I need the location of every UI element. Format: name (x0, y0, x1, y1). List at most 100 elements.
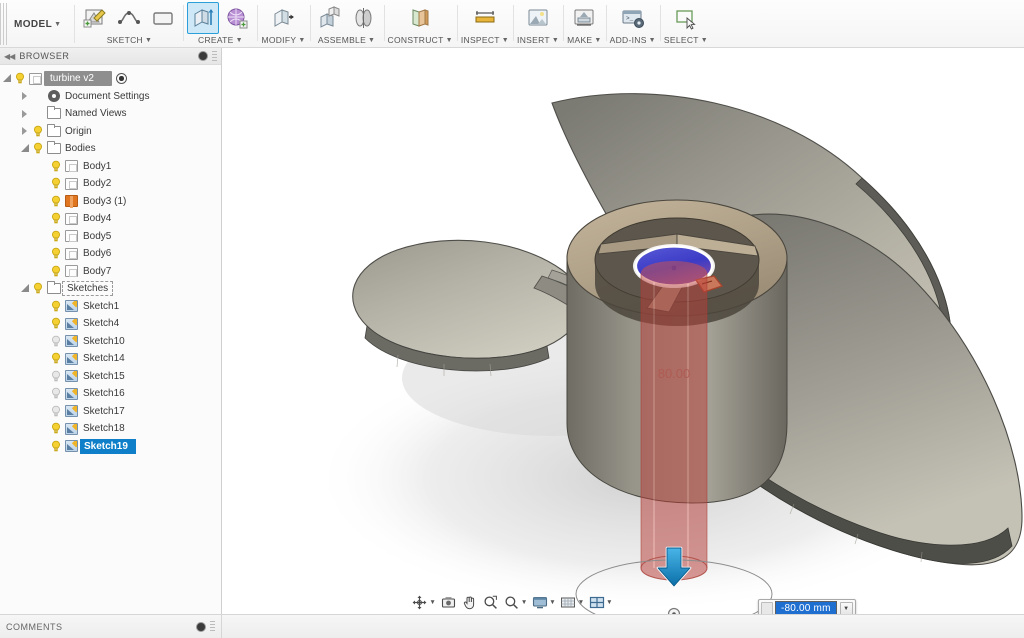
toolbar-group-addins-label[interactable]: ADD-INS▼ (610, 34, 656, 46)
visibility-bulb-icon[interactable] (49, 230, 63, 243)
mesh-icon[interactable] (221, 2, 253, 34)
scripts-addins-icon[interactable]: >_ (617, 2, 649, 34)
toolbar-group-select-label[interactable]: SELECT▼ (664, 34, 708, 46)
zoom-icon[interactable]: ▼ (502, 594, 528, 611)
tree-item-named-views[interactable]: Named Views (0, 105, 221, 123)
visibility-bulb-icon[interactable] (49, 212, 63, 225)
tree-item-label: Bodies (62, 142, 100, 155)
viewports-icon[interactable]: ▼ (587, 594, 613, 611)
tree-item-body1[interactable]: Body1 (0, 158, 221, 176)
visibility-bulb-icon[interactable] (49, 265, 63, 278)
visibility-bulb-icon[interactable] (49, 177, 63, 190)
create-sketch-icon[interactable] (79, 2, 111, 34)
visibility-bulb-icon[interactable] (49, 335, 63, 348)
tree-item-sketch4[interactable]: Sketch4 (0, 315, 221, 333)
toolbar-group-insert-label[interactable]: INSERT▼ (517, 34, 559, 46)
tree-item-sketch17[interactable]: Sketch17 (0, 403, 221, 421)
joint-icon[interactable] (348, 2, 380, 34)
offset-plane-icon[interactable] (404, 2, 436, 34)
measure-icon[interactable] (469, 2, 501, 34)
new-component-icon[interactable] (314, 2, 346, 34)
tree-item-sketches[interactable]: Sketches (0, 280, 221, 298)
display-settings-icon[interactable]: ▼ (530, 594, 556, 611)
browser-tree: turbine v2Document SettingsNamed ViewsOr… (0, 65, 221, 614)
twisty-closed[interactable] (18, 92, 31, 100)
twisty-open[interactable] (18, 285, 31, 293)
comments-panel-toggle[interactable]: COMMENTS (0, 615, 222, 638)
tree-item-origin[interactable]: Origin (0, 123, 221, 141)
tree-item-sketch16[interactable]: Sketch16 (0, 385, 221, 403)
activate-component-icon[interactable] (116, 73, 127, 84)
tree-item-body5[interactable]: Body5 (0, 228, 221, 246)
visibility-bulb-icon[interactable] (49, 422, 63, 435)
visibility-bulb-icon[interactable] (31, 282, 45, 295)
toolbar-group-sketch-label[interactable]: SKETCH▼ (107, 34, 153, 46)
twisty-open[interactable] (0, 75, 13, 83)
select-window-icon[interactable] (670, 2, 702, 34)
visibility-bulb-icon[interactable] (31, 125, 45, 138)
toolbar-grip[interactable] (0, 3, 8, 45)
grid-snaps-icon[interactable]: ▼ (559, 594, 585, 611)
tree-item-body7[interactable]: Body7 (0, 263, 221, 281)
look-at-icon[interactable] (439, 594, 458, 611)
press-pull-icon[interactable] (268, 2, 300, 34)
tree-item-sketch1[interactable]: Sketch1 (0, 298, 221, 316)
toolbar-group-inspect-label[interactable]: INSPECT▼ (461, 34, 509, 46)
tree-item-bodies[interactable]: Bodies (0, 140, 221, 158)
visibility-bulb-icon[interactable] (49, 247, 63, 260)
tree-item-sketch18[interactable]: Sketch18 (0, 420, 221, 438)
tree-item-label: Sketch16 (80, 387, 129, 400)
3d-print-icon[interactable] (568, 2, 600, 34)
twisty-closed[interactable] (18, 127, 31, 135)
visibility-bulb-icon[interactable] (49, 370, 63, 383)
browser-resize-grip[interactable] (212, 51, 217, 62)
svg-text:>_: >_ (626, 15, 634, 22)
dimension-input-box[interactable]: -80.00 mm ▼ (758, 599, 856, 614)
visibility-bulb-icon[interactable] (49, 195, 63, 208)
orbit-icon[interactable]: ▼ (410, 594, 436, 611)
tree-item-sketch10[interactable]: Sketch10 (0, 333, 221, 351)
visibility-bulb-icon[interactable] (31, 142, 45, 155)
pan-icon[interactable] (460, 594, 479, 611)
rectangle-icon[interactable] (147, 2, 179, 34)
toolbar-group-make-label[interactable]: MAKE▼ (567, 34, 602, 46)
comments-dot-icon[interactable] (196, 622, 206, 632)
comments-resize-grip[interactable] (210, 621, 215, 632)
spline-icon[interactable] (113, 2, 145, 34)
tree-item-body3-1[interactable]: Body3 (1) (0, 193, 221, 211)
toolbar-group-construct-label[interactable]: CONSTRUCT▼ (388, 34, 453, 46)
tree-item-turbine-v2[interactable]: turbine v2 (0, 70, 221, 88)
twisty-open[interactable] (18, 145, 31, 153)
visibility-bulb-icon[interactable] (49, 440, 63, 453)
tree-item-sketch15[interactable]: Sketch15 (0, 368, 221, 386)
browser-options-icon[interactable] (198, 51, 208, 61)
tree-item-body6[interactable]: Body6 (0, 245, 221, 263)
chevron-down-icon[interactable]: ▼ (840, 602, 853, 615)
tree-item-body2[interactable]: Body2 (0, 175, 221, 193)
3d-viewport[interactable]: 80.00 -80.00 mm ▼ (222, 48, 1024, 614)
toolbar-group-modify-label[interactable]: MODIFY▼ (261, 34, 305, 46)
insert-image-icon[interactable] (522, 2, 554, 34)
twisty-closed[interactable] (18, 110, 31, 118)
visibility-bulb-icon[interactable] (49, 405, 63, 418)
visibility-bulb-icon[interactable] (49, 387, 63, 400)
tree-item-sketch14[interactable]: Sketch14 (0, 350, 221, 368)
toolbar-group-create-label[interactable]: CREATE▼ (198, 34, 243, 46)
visibility-bulb-icon[interactable] (49, 352, 63, 365)
zoom-window-icon[interactable] (481, 594, 500, 611)
tree-item-body4[interactable]: Body4 (0, 210, 221, 228)
workspace-menu[interactable]: MODEL ▼ (8, 0, 75, 48)
toolbar-group-assemble-label[interactable]: ASSEMBLE▼ (318, 34, 375, 46)
tree-item-label: Body1 (80, 160, 115, 173)
visibility-bulb-icon[interactable] (13, 72, 27, 85)
dimension-value-input[interactable]: -80.00 mm (775, 601, 837, 614)
visibility-bulb-icon[interactable] (49, 317, 63, 330)
extrude-icon[interactable] (187, 2, 219, 34)
visibility-bulb-icon[interactable] (49, 160, 63, 173)
visibility-bulb-icon[interactable] (49, 300, 63, 313)
lock-icon[interactable] (761, 602, 773, 614)
tree-item-document-settings[interactable]: Document Settings (0, 88, 221, 106)
tree-item-sketch19[interactable]: Sketch19 (0, 438, 221, 456)
tree-item-label: Body7 (80, 265, 115, 278)
collapse-icon[interactable]: ◀◀ (4, 52, 14, 61)
